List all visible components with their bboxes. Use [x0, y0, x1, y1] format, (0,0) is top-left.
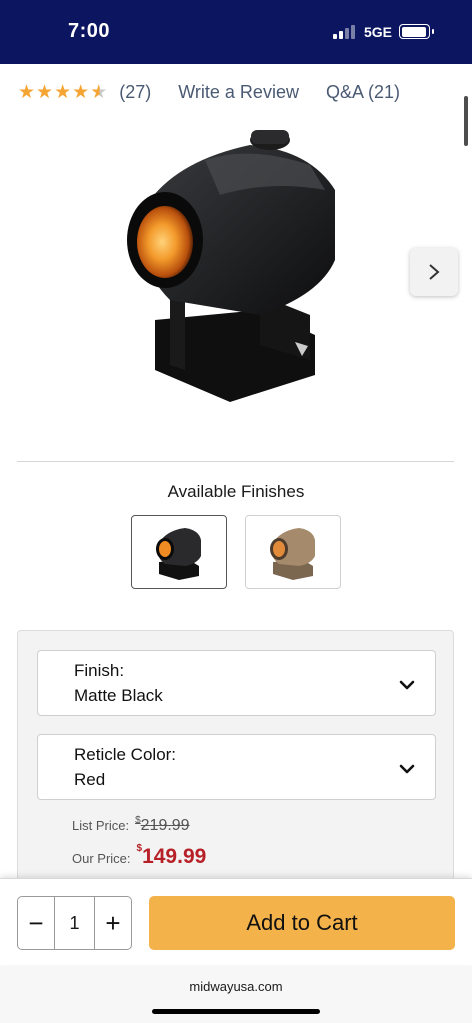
finish-thumbnail — [270, 528, 315, 580]
list-price: $219.99 — [135, 815, 190, 834]
url-text[interactable]: midwayusa.com — [0, 979, 472, 994]
add-to-cart-button[interactable]: Add to Cart — [149, 896, 455, 950]
write-review-link[interactable]: Write a Review — [178, 82, 299, 103]
quantity-input[interactable]: 1 — [54, 897, 95, 949]
home-indicator[interactable] — [152, 1009, 320, 1014]
finish-select[interactable]: Finish: Matte Black — [37, 650, 436, 716]
half-star-icon: ★ — [90, 81, 108, 103]
finish-value: Matte Black — [74, 686, 163, 705]
chevron-down-icon — [399, 680, 415, 690]
scrollbar[interactable] — [464, 96, 468, 146]
browser-url-bar[interactable]: midwayusa.com — [0, 966, 472, 1023]
review-count-link[interactable]: (27) — [119, 82, 151, 103]
divider — [17, 461, 454, 462]
reticle-color-label: Reticle Color: — [74, 745, 177, 764]
network-type: 5GE — [364, 24, 393, 40]
finish-swatch-matte-black[interactable] — [131, 515, 227, 589]
product-image[interactable] — [110, 120, 370, 420]
our-price: $149.99 — [136, 843, 207, 868]
product-options-panel: Finish: Matte Black Reticle Color: Red L… — [17, 630, 454, 900]
qa-link[interactable]: Q&A (21) — [326, 82, 400, 103]
finish-thumbnail — [156, 528, 201, 580]
finish-label: Finish: — [74, 661, 125, 680]
battery-icon — [399, 24, 434, 39]
our-price-row: Our Price: $149.99 — [72, 843, 207, 869]
decrease-quantity-button[interactable]: − — [18, 897, 54, 949]
star-icon: ★ — [36, 81, 54, 103]
reticle-color-select[interactable]: Reticle Color: Red — [37, 734, 436, 800]
increase-quantity-button[interactable]: + — [95, 897, 131, 949]
rating-row: ★ ★ ★ ★ ★ (27) Write a Review Q&A (21) — [18, 78, 400, 106]
reticle-color-value: Red — [74, 770, 106, 789]
list-price-label: List Price: — [72, 818, 130, 833]
cellular-signal-icon — [333, 25, 357, 39]
star-icon: ★ — [72, 81, 90, 103]
list-price-row: List Price: $219.99 — [72, 815, 190, 835]
our-price-label: Our Price: — [72, 851, 131, 866]
status-bar: 7:00 5GE — [0, 0, 472, 64]
chevron-right-icon — [429, 264, 440, 280]
next-image-button[interactable] — [410, 248, 458, 296]
status-time: 7:00 — [68, 20, 111, 42]
star-icon: ★ — [54, 81, 72, 103]
add-to-cart-bar: − 1 + Add to Cart — [0, 878, 472, 965]
finish-swatch-tan[interactable] — [245, 515, 341, 589]
star-rating[interactable]: ★ ★ ★ ★ ★ — [18, 83, 107, 102]
star-icon: ★ — [18, 81, 36, 103]
quantity-stepper: − 1 + — [17, 896, 132, 950]
chevron-down-icon — [399, 764, 415, 774]
available-finishes-heading: Available Finishes — [167, 482, 305, 501]
